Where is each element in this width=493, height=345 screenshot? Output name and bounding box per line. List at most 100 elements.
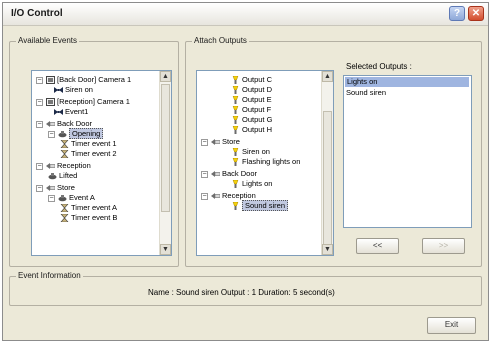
selected-output-item[interactable]: Lights on	[345, 77, 469, 87]
expander-icon[interactable]: −	[201, 192, 208, 200]
scroll-thumb[interactable]	[323, 111, 332, 247]
event-tree-item[interactable]: Lifted	[48, 171, 77, 181]
tree-item-label: Output H	[242, 125, 273, 134]
expander-icon[interactable]: −	[36, 184, 43, 192]
event-tree-item[interactable]: [Reception] Camera 1	[46, 97, 130, 107]
tree-item-label: Store	[222, 137, 240, 146]
attach-outputs-tree[interactable]: Output C Output D Output E Output F Output G…	[196, 70, 334, 256]
tree-item-label: Output G	[242, 115, 273, 124]
light-icon	[231, 115, 240, 125]
help-button[interactable]: ?	[449, 6, 465, 21]
event-tree-item[interactable]: Opening	[58, 128, 104, 139]
event-tree-item[interactable]: Timer event 1	[60, 139, 117, 149]
event-tree-item[interactable]: Timer event A	[60, 203, 117, 213]
exit-button[interactable]: Exit	[427, 317, 476, 334]
expander-icon[interactable]: −	[36, 162, 43, 170]
tree-item-label: Siren on	[65, 85, 93, 94]
tree-item-label: Back Door	[222, 169, 258, 178]
output-tree-item[interactable]: Output F	[231, 105, 271, 115]
expander-icon[interactable]: −	[36, 76, 43, 84]
selected-outputs-list[interactable]: Lights on Sound siren	[343, 75, 472, 228]
selected-output-item[interactable]: Sound siren	[346, 88, 386, 98]
tree-item-label: Sound siren	[242, 200, 289, 211]
bowtie-icon	[54, 86, 63, 94]
event-tree-item[interactable]: Timer event B	[60, 213, 117, 223]
tree-item-label: Back Door	[57, 119, 93, 128]
scroll-up-icon[interactable]: ▲	[160, 71, 171, 82]
tree-item-label: Lights on	[242, 179, 273, 188]
tree-item-label: Timer event 2	[71, 149, 117, 158]
output-tree-item[interactable]: Sound siren	[231, 200, 289, 211]
door-sensor-icon	[211, 192, 221, 200]
available-events-label: Available Events	[16, 36, 79, 45]
light-icon	[231, 75, 240, 85]
close-button[interactable]: ✕	[468, 6, 484, 21]
tree-item-label: Opening	[69, 128, 104, 139]
output-tree-item[interactable]: Store	[211, 137, 240, 147]
hourglass-icon	[60, 139, 69, 149]
scroll-up-icon[interactable]: ▲	[322, 71, 333, 82]
hourglass-icon	[60, 213, 69, 223]
move-right-button[interactable]: >>	[422, 238, 465, 254]
scroll-thumb[interactable]	[161, 84, 170, 212]
hourglass-icon	[60, 149, 69, 159]
event-tree-item[interactable]: [Back Door] Camera 1	[46, 75, 131, 85]
output-tree-item[interactable]: Output G	[231, 115, 272, 125]
event-tree-item[interactable]: Siren on	[54, 85, 93, 95]
scroll-down-icon[interactable]: ▼	[160, 244, 171, 255]
expander-icon[interactable]: −	[48, 130, 55, 138]
light-icon	[231, 125, 240, 135]
outputs-scrollbar[interactable]: ▲ ▼	[321, 71, 333, 255]
event-information-group: Event Information Name : Sound siren Out…	[9, 271, 482, 306]
expander-icon[interactable]: −	[201, 138, 208, 146]
output-tree-item[interactable]: Output E	[231, 95, 272, 105]
events-scrollbar[interactable]: ▲ ▼	[159, 71, 171, 255]
tree-item-label: Reception	[57, 161, 91, 170]
output-tree-item[interactable]: Lights on	[231, 179, 272, 189]
expander-icon[interactable]: −	[36, 120, 43, 128]
door-sensor-icon	[46, 184, 56, 192]
light-icon	[231, 179, 240, 189]
tree-item-label: Output E	[242, 95, 272, 104]
tree-item-label: [Back Door] Camera 1	[57, 75, 132, 84]
attach-outputs-label: Attach Outputs	[192, 36, 249, 45]
event-information-label: Event Information	[16, 271, 83, 280]
output-tree-item[interactable]: Output D	[231, 85, 272, 95]
io-control-window: I/O Control ? ✕ Available Events − [Back …	[2, 2, 489, 341]
event-tree-item[interactable]: Store	[46, 183, 75, 193]
event-tree-item[interactable]: Reception	[46, 161, 91, 171]
tree-item-label: Timer event B	[71, 213, 118, 222]
bowtie-icon	[54, 108, 63, 116]
camera-icon	[46, 98, 55, 107]
tree-item-label: Siren on	[242, 147, 270, 156]
output-tree-item[interactable]: Output C	[231, 75, 272, 85]
attach-outputs-group: Attach Outputs Output C Output D Output EO…	[185, 36, 482, 267]
event-tree-item[interactable]: Event A	[58, 193, 95, 203]
expander-icon[interactable]: −	[36, 98, 43, 106]
light-icon	[231, 201, 240, 211]
tree-item-label: Output D	[242, 85, 273, 94]
event-tree-item[interactable]: Timer event 2	[60, 149, 117, 159]
tree-item-label: Timer event 1	[71, 139, 117, 148]
light-icon	[231, 95, 240, 105]
available-events-tree[interactable]: − [Back Door] Camera 1 Siren on − [Reception…	[31, 70, 172, 256]
available-events-group: Available Events − [Back Door] Camera 1 Si…	[9, 36, 179, 267]
move-left-button[interactable]: <<	[356, 238, 399, 254]
tree-item-label: Flashing lights on	[242, 157, 301, 166]
door-sensor-icon	[46, 120, 56, 128]
title-bar: I/O Control ? ✕	[3, 3, 488, 26]
output-tree-item[interactable]: Siren on	[231, 147, 270, 157]
expander-icon[interactable]: −	[201, 170, 208, 178]
camera-icon	[46, 76, 55, 85]
tree-item-label: Output F	[242, 105, 272, 114]
tree-item-label: Timer event A	[71, 203, 117, 212]
output-tree-item[interactable]: Flashing lights on	[231, 157, 300, 167]
light-icon	[231, 105, 240, 115]
bell-icon	[58, 194, 67, 202]
light-icon	[231, 147, 240, 157]
output-tree-item[interactable]: Output H	[231, 125, 272, 135]
expander-icon[interactable]: −	[48, 194, 55, 202]
scroll-down-icon[interactable]: ▼	[322, 244, 333, 255]
output-tree-item[interactable]: Back Door	[211, 169, 257, 179]
event-tree-item[interactable]: Event1	[54, 107, 88, 117]
